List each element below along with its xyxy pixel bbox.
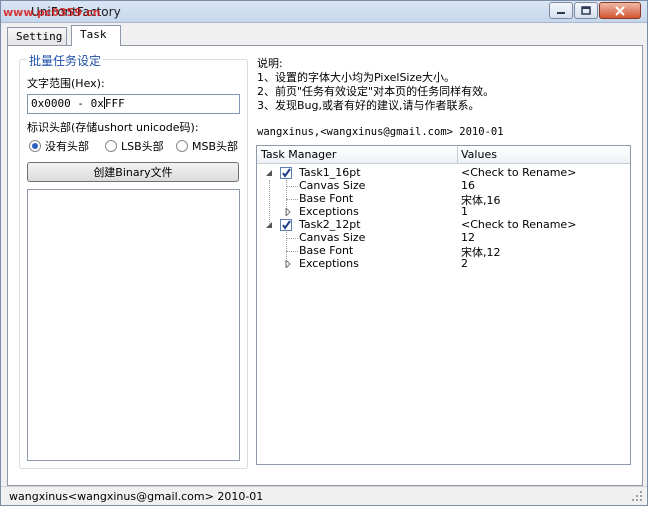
tree-label: Base Font xyxy=(299,192,354,205)
close-icon xyxy=(615,5,625,16)
tree-value[interactable]: <Check to Rename> xyxy=(461,218,576,231)
tree-row[interactable]: Exceptions 2 xyxy=(257,257,630,271)
resize-grip-icon[interactable] xyxy=(631,490,643,502)
radio-selected-icon xyxy=(29,140,41,152)
column-divider[interactable] xyxy=(457,146,458,164)
author-signature: wangxinus,<wangxinus@gmail.com> 2010-01 xyxy=(257,126,504,138)
radio-no-header[interactable]: 没有头部 xyxy=(29,138,89,154)
header-label: 标识头部(存储ushort unicode码): xyxy=(27,121,199,134)
tree-value[interactable]: 12 xyxy=(461,231,475,244)
radio-lsb-header-label: LSB头部 xyxy=(121,140,164,153)
notes-line-3: 3、发现Bug,或者有好的建议,请与作者联系。 xyxy=(257,99,480,112)
tree-value[interactable]: <Check to Rename> xyxy=(461,166,576,179)
create-binary-button[interactable]: 创建Binary文件 xyxy=(27,162,239,182)
tree-header: Task Manager Values xyxy=(257,146,630,164)
radio-no-header-label: 没有头部 xyxy=(45,140,89,153)
tree-label: Exceptions xyxy=(299,257,359,270)
tree-value[interactable]: 16 xyxy=(461,179,475,192)
expand-triangle-icon[interactable] xyxy=(284,260,292,268)
task2-checkbox[interactable] xyxy=(280,219,292,231)
tree-label: Task2_12pt xyxy=(299,218,361,231)
status-bar: wangxinus<wangxinus@gmail.com> 2010-01 xyxy=(1,486,647,505)
tree-value[interactable]: 1 xyxy=(461,205,468,218)
column-task-manager[interactable]: Task Manager xyxy=(261,148,336,161)
tree-value[interactable]: 2 xyxy=(461,257,468,270)
task1-checkbox[interactable] xyxy=(280,167,292,179)
output-log-box[interactable] xyxy=(27,189,240,461)
maximize-button[interactable] xyxy=(574,2,598,19)
radio-lsb-header[interactable]: LSB头部 xyxy=(105,138,164,154)
status-text: wangxinus<wangxinus@gmail.com> 2010-01 xyxy=(9,490,264,503)
radio-msb-header[interactable]: MSB头部 xyxy=(176,138,238,154)
watermark: www.pc0359.cn xyxy=(3,6,101,19)
radio-unselected-icon xyxy=(105,140,117,152)
close-button[interactable] xyxy=(599,2,641,19)
task-manager-tree[interactable]: Task Manager Values Task1_16pt <Check to… xyxy=(256,145,631,465)
tree-label: Canvas Size xyxy=(299,179,366,192)
group-title: 批量任务设定 xyxy=(27,52,104,69)
tree-label: Task1_16pt xyxy=(299,166,361,179)
column-values[interactable]: Values xyxy=(461,148,497,161)
radio-msb-header-label: MSB头部 xyxy=(192,140,239,153)
tree-label: Exceptions xyxy=(299,205,359,218)
expand-triangle-icon[interactable] xyxy=(284,208,292,216)
checkmark-icon xyxy=(282,168,291,178)
tab-task[interactable]: Task xyxy=(71,25,121,46)
checkmark-icon xyxy=(282,220,291,230)
tree-label: Canvas Size xyxy=(299,231,366,244)
tab-setting[interactable]: Setting xyxy=(7,27,67,46)
title-bar[interactable]: UniFontFactory www.pc0359.cn xyxy=(1,1,647,23)
range-value-prefix: 0x0000 - 0x xyxy=(31,97,104,110)
range-input[interactable]: 0x0000 - 0xFFF xyxy=(27,94,240,114)
collapse-triangle-icon[interactable] xyxy=(265,169,273,177)
radio-unselected-icon xyxy=(176,140,188,152)
main-window: UniFontFactory www.pc0359.cn Setting Tas… xyxy=(0,0,648,506)
tree-label: Base Font xyxy=(299,244,354,257)
collapse-triangle-icon[interactable] xyxy=(265,221,273,229)
range-value-suffix: FFF xyxy=(104,97,125,110)
minimize-button[interactable] xyxy=(549,2,573,19)
minimize-icon xyxy=(557,11,565,14)
maximize-icon xyxy=(581,6,591,15)
range-label: 文字范围(Hex): xyxy=(27,77,105,90)
